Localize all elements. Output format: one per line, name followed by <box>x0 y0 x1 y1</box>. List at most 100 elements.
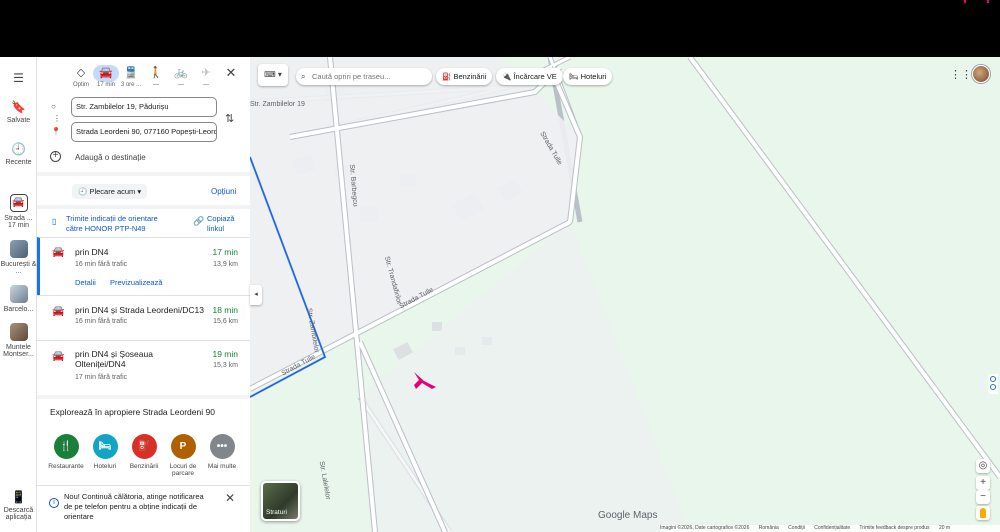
footer-scale[interactable]: 20 m <box>939 525 950 531</box>
route-time: 17 min <box>212 247 238 257</box>
walk-icon: 🚶 <box>149 67 163 79</box>
category-hotels[interactable]: 🛏 Hoteluri <box>86 434 124 470</box>
mode-driving[interactable]: 🚘 17 min <box>93 65 119 88</box>
account-avatar[interactable] <box>972 65 990 83</box>
depart-time-dropdown[interactable]: 🕘 Plecare acum ▾ <box>72 184 148 199</box>
add-destination-button[interactable]: Adaugă o destinație <box>75 153 146 162</box>
zoom-out-button[interactable]: − <box>976 490 990 504</box>
options-button[interactable]: Opțiuni <box>211 187 236 196</box>
chip-ev-charging[interactable]: 🔌 Încărcare VE <box>496 68 563 85</box>
collapse-panel-button[interactable]: ◂ <box>250 285 262 305</box>
route-distance: 15,3 km <box>213 362 238 369</box>
info-icon: i <box>49 498 59 508</box>
rail-recent-montserrat[interactable]: Muntele Montser... <box>0 323 37 358</box>
rail-label: Strada ... 17 min <box>4 215 33 229</box>
mode-label: 3 ore ... <box>120 82 142 88</box>
search-along-route-input[interactable]: ⌕ Caută opriri pe traseu... <box>296 68 432 85</box>
chevron-left-icon: ◂ <box>254 291 258 298</box>
route-name: prin DN4 și Strada Leordeni/DC13 <box>75 305 204 315</box>
indicator-icon <box>990 384 996 390</box>
indicator-icon <box>990 376 996 382</box>
parking-icon: P <box>170 434 196 459</box>
mode-cycling[interactable]: 🚲 — <box>168 65 194 88</box>
car-icon: 🚘 <box>93 65 119 82</box>
route-distance: 15,6 km <box>213 318 238 325</box>
mode-label: — <box>178 82 184 88</box>
route-sub: 16 min fără trafic <box>75 261 128 268</box>
footer-privacy[interactable]: Confidențialitate <box>814 525 850 531</box>
copy-link-button[interactable]: Copiază linkul <box>207 214 250 234</box>
destination-input[interactable]: Strada Leordeni 90, 077160 Popești-Leord… <box>71 122 217 142</box>
divider <box>37 395 250 399</box>
bed-icon: 🛏 <box>92 434 118 459</box>
pegman-shape <box>980 508 986 518</box>
mode-label: — <box>153 82 159 88</box>
rail-recent-strada[interactable]: 🚘 Strada ... 17 min <box>0 194 37 229</box>
side-indicators[interactable] <box>988 374 998 394</box>
footer-imagery: Imagini ©2026, Date cartografice ©2026 <box>660 525 750 531</box>
chip-hotels[interactable]: 🛏 Hoteluri <box>563 68 613 85</box>
keyboard-icon: ⌨ ▾ <box>264 70 282 79</box>
send-to-phone-link[interactable]: Trimite indicații de orientare către HON… <box>66 214 176 234</box>
chip-gas-stations[interactable]: ⛽ Benzinării <box>436 68 493 85</box>
minus-icon: − <box>980 491 986 502</box>
chip-label: Hoteluri <box>580 72 607 81</box>
link-icon: 🔗 <box>193 216 205 226</box>
route-time: 19 min <box>212 349 238 359</box>
keyboard-input-button[interactable]: ⌨ ▾ <box>258 64 288 86</box>
route-option-3[interactable]: 🚘 prin DN4 și Șoseaua Olteniței/DN4 17 m… <box>37 340 250 395</box>
bookmark-icon: 🔖 <box>11 100 26 114</box>
category-label: Benzinării <box>129 463 159 470</box>
rail-recent[interactable]: 🕘 Recente <box>0 142 37 166</box>
plane-icon: ✈ <box>201 67 211 79</box>
rail-saved[interactable]: 🔖 Salvate <box>0 100 37 124</box>
indicator-dot <box>987 0 989 3</box>
route-option-1[interactable]: 🚘 prin DN4 16 min fără trafic 17 min 13,… <box>37 237 250 295</box>
explore-title: Explorează în apropiere Strada Leordeni … <box>50 407 215 417</box>
menu-icon: ☰ <box>13 71 24 85</box>
rail-recent-bucuresti[interactable]: București & ... <box>0 240 37 275</box>
footer-feedback[interactable]: Trimite feedback despre produs <box>859 525 929 531</box>
car-icon: 🚘 <box>52 247 65 258</box>
category-more[interactable]: ••• Mai multe <box>203 434 241 470</box>
origin-input[interactable]: Str. Zambilelor 19, Pădurișu <box>71 97 217 117</box>
rail-label: Salvate <box>6 117 31 124</box>
category-label: Hoteluri <box>93 463 117 470</box>
mode-flight[interactable]: ✈ — <box>193 65 219 88</box>
category-parking[interactable]: P Locuri de parcare <box>164 434 202 477</box>
mode-label: Optim <box>72 82 89 88</box>
close-notification-button[interactable]: ✕ <box>225 491 235 505</box>
category-label: Restaurante <box>48 463 84 470</box>
zoom-in-button[interactable]: + <box>976 476 990 490</box>
preview-button[interactable]: Previzualizează <box>110 278 163 287</box>
my-location-button[interactable]: ◎ <box>976 459 990 473</box>
mode-label: 17 min <box>96 82 115 88</box>
footer-country[interactable]: România <box>759 525 779 531</box>
street-view-pegman-icon[interactable] <box>976 506 990 520</box>
rail-recent-barcelona[interactable]: Barcelo... <box>0 285 37 313</box>
chip-label: Benzinării <box>453 72 487 81</box>
mode-walking[interactable]: 🚶 — <box>143 65 169 88</box>
layers-button[interactable]: Straturi <box>261 481 300 521</box>
category-restaurants[interactable]: 🍴 Restaurante <box>47 434 85 470</box>
menu-button[interactable]: ☰ <box>0 71 37 88</box>
chip-label: Încărcare VE <box>513 72 557 81</box>
car-icon: 🚘 <box>52 306 65 317</box>
rail-label: Barcelo... <box>3 306 34 313</box>
history-icon: 🕘 <box>11 142 26 156</box>
mode-best[interactable]: ◇ Optim <box>68 65 94 88</box>
footer-terms[interactable]: Condiții <box>788 525 805 531</box>
rail-label: Descarcă aplicația <box>3 507 34 521</box>
map-canvas[interactable]: Str. Zambilelor 19 Strada Tulle Strada T… <box>250 57 1000 532</box>
close-icon: ✕ <box>225 65 237 80</box>
car-icon: 🚘 <box>52 351 65 362</box>
route-option-2[interactable]: 🚘 prin DN4 și Strada Leordeni/DC13 16 mi… <box>37 295 250 340</box>
layers-label: Straturi <box>266 509 287 516</box>
details-button[interactable]: Detalii <box>75 278 96 287</box>
swap-button[interactable]: ⇅ <box>225 112 234 125</box>
place-thumbnail <box>9 240 28 258</box>
close-directions-button[interactable]: ✕ <box>224 65 238 81</box>
category-gas[interactable]: ⛽ Benzinării <box>125 434 163 470</box>
mode-transit[interactable]: 🚆 3 ore ... <box>118 65 144 88</box>
rail-download-app[interactable]: 📱 Descarcă aplicația <box>0 490 37 521</box>
